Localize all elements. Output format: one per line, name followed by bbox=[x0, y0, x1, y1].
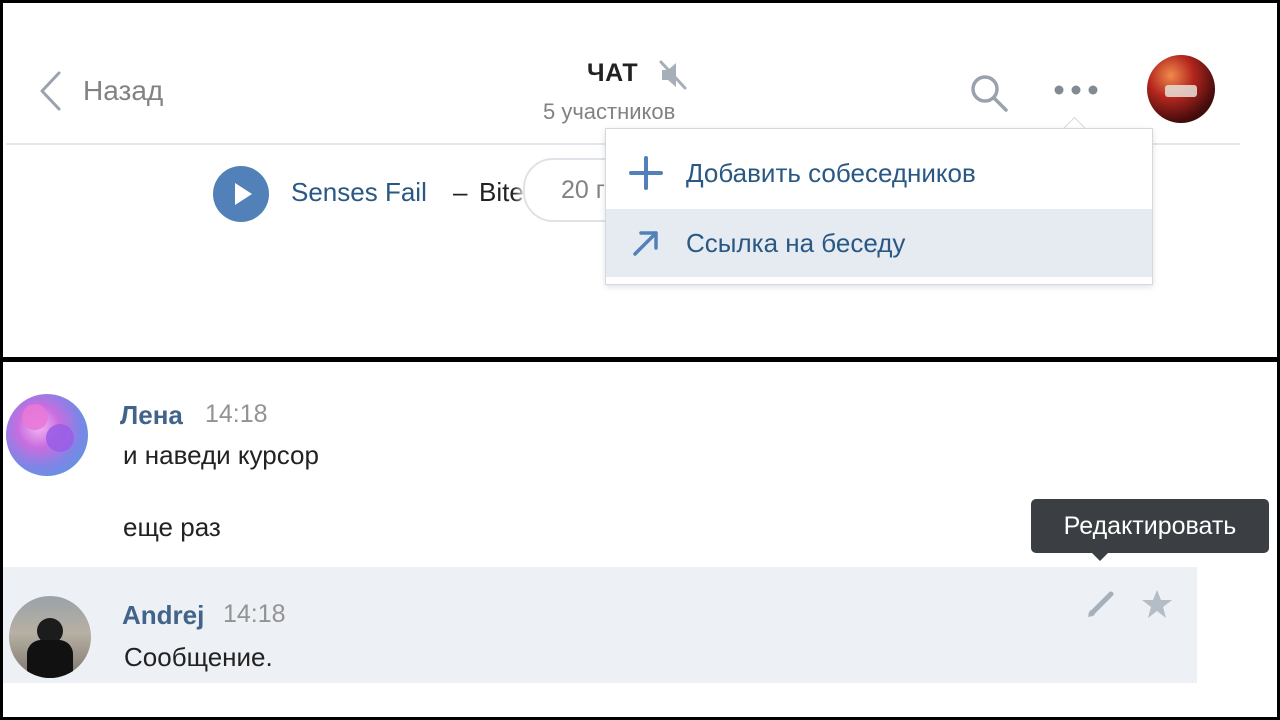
message-author[interactable]: Лена bbox=[120, 400, 183, 431]
chat-header-panel: Назад ЧАТ 5 участников Senses Fail – Bit… bbox=[3, 3, 1277, 357]
star-icon[interactable] bbox=[1141, 588, 1173, 625]
chat-title[interactable]: ЧАТ bbox=[587, 59, 638, 88]
pencil-icon[interactable] bbox=[1085, 588, 1117, 625]
pill-text: 20 г bbox=[561, 176, 605, 204]
tooltip-arrow bbox=[1090, 551, 1110, 561]
back-label: Назад bbox=[83, 75, 164, 106]
chat-avatar[interactable] bbox=[1147, 55, 1215, 123]
menu-item-chat-link[interactable]: Ссылка на беседу bbox=[606, 209, 1152, 277]
participants-count[interactable]: 5 участников bbox=[543, 99, 675, 125]
play-button[interactable] bbox=[213, 166, 269, 222]
menu-item-add-members[interactable]: Добавить собеседников bbox=[606, 139, 1152, 207]
chat-actions-menu: Добавить собеседников Ссылка на беседу bbox=[605, 128, 1153, 285]
mute-icon bbox=[658, 59, 688, 96]
message-text: Сообщение. bbox=[124, 642, 273, 672]
more-options-icon[interactable] bbox=[1053, 83, 1099, 102]
menu-item-label: Добавить собеседников bbox=[686, 157, 976, 188]
avatar[interactable] bbox=[6, 394, 88, 476]
messages-panel: Лена 14:18 и наведи курсор еще раз Andre… bbox=[3, 362, 1277, 717]
message-author[interactable]: Andrej bbox=[122, 600, 204, 631]
avatar[interactable] bbox=[9, 596, 91, 678]
chevron-left-icon bbox=[39, 71, 61, 111]
track-artist[interactable]: Senses Fail bbox=[291, 177, 427, 208]
link-arrow-icon bbox=[606, 228, 686, 258]
edit-tooltip: Редактировать bbox=[1031, 499, 1269, 553]
message-time[interactable]: 14:18 bbox=[205, 400, 268, 429]
plus-icon bbox=[606, 156, 686, 190]
message-text: еще раз bbox=[123, 512, 221, 542]
track-separator: – bbox=[453, 177, 468, 207]
back-button[interactable]: Назад bbox=[39, 69, 163, 113]
search-icon[interactable] bbox=[969, 73, 1009, 118]
message-time[interactable]: 14:18 bbox=[223, 600, 286, 629]
message-text: и наведи курсор bbox=[123, 440, 319, 470]
menu-item-label: Ссылка на беседу bbox=[686, 227, 906, 258]
